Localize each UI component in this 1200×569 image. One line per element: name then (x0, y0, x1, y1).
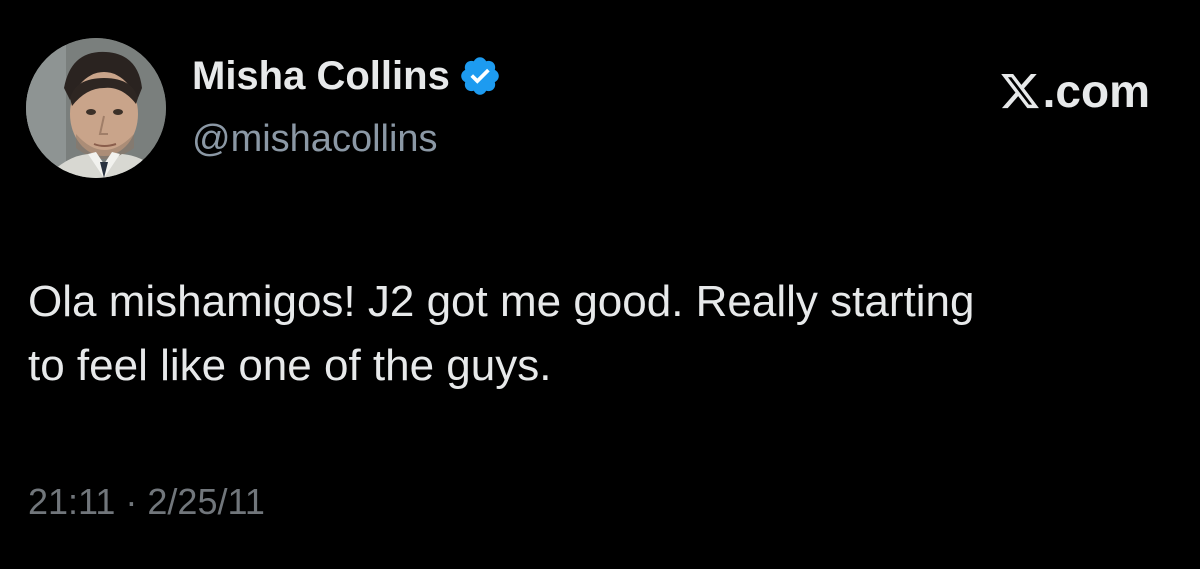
author-name[interactable]: Misha Collins (192, 52, 450, 100)
verified-badge-icon (458, 54, 502, 98)
author-avatar[interactable] (26, 38, 166, 178)
tweet-text: Ola mishamigos! J2 got me good. Really s… (28, 277, 975, 390)
x-logo-icon (999, 69, 1041, 113)
brand-mark: .com (999, 64, 1150, 118)
author-handle[interactable]: @mishacollins (192, 116, 438, 162)
tweet-card: Misha Collins @mishacollins .com Ola mis… (0, 0, 1200, 569)
author-name-row[interactable]: Misha Collins (192, 52, 502, 100)
tweet-timestamp[interactable]: 21:11 · 2/25/11 (28, 480, 265, 524)
avatar-photo (26, 38, 166, 178)
brand-text: .com (1042, 65, 1150, 117)
